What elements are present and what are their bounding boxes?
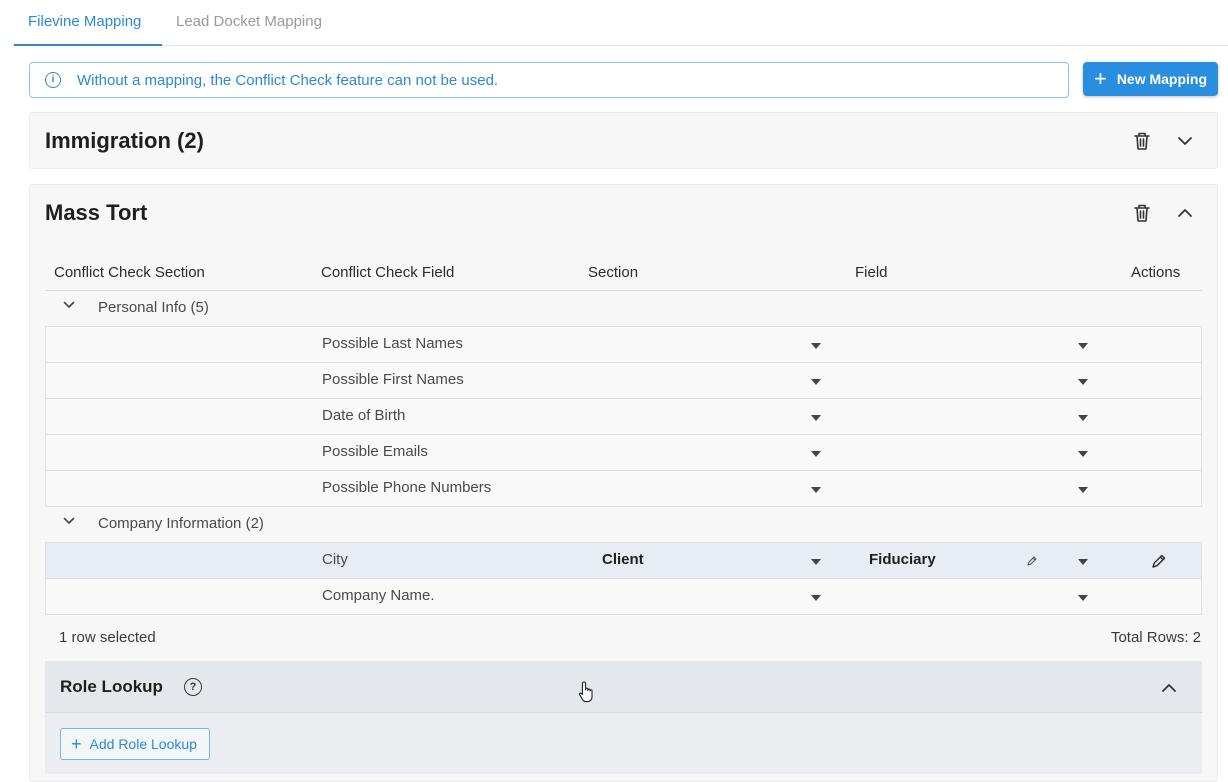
- chevron-down-icon[interactable]: [63, 517, 75, 525]
- conflict-field: Possible Emails: [322, 443, 428, 460]
- group-row-personal-info[interactable]: Personal Info (5): [45, 291, 1202, 327]
- plus-icon: +: [1093, 66, 1107, 91]
- total-rows: Total Rows: 2: [1110, 629, 1201, 646]
- trash-icon: [1134, 204, 1150, 222]
- role-lookup-header[interactable]: Role Lookup ?: [45, 661, 1202, 713]
- help-icon[interactable]: ?: [184, 678, 202, 696]
- section-dropdown-icon[interactable]: [811, 595, 821, 601]
- edit-icon[interactable]: [1150, 552, 1168, 570]
- table-row[interactable]: Company Name.: [45, 579, 1202, 615]
- panel-immigration: Immigration (2): [29, 112, 1218, 169]
- panel-title-immigration: Immigration (2): [45, 128, 204, 153]
- table-row[interactable]: Possible Emails: [45, 435, 1202, 471]
- field-dropdown-icon[interactable]: [1078, 343, 1088, 349]
- conflict-field: Company Name.: [322, 587, 435, 604]
- conflict-field: Possible Last Names: [322, 335, 463, 352]
- conflict-field: Possible First Names: [322, 371, 464, 388]
- column-header[interactable]: Conflict Check Section: [54, 264, 205, 281]
- hand-cursor-icon: [578, 681, 593, 703]
- selection-status: 1 row selected: [59, 629, 156, 646]
- expand-immigration-button[interactable]: [1173, 129, 1197, 153]
- add-role-lookup-button[interactable]: + Add Role Lookup: [60, 728, 210, 760]
- chevron-down-icon: [1178, 137, 1192, 145]
- table-row[interactable]: Possible First Names: [45, 363, 1202, 399]
- tab-lead-docket-mapping[interactable]: Lead Docket Mapping: [162, 0, 342, 46]
- conflict-field: Date of Birth: [322, 407, 406, 424]
- group-label: Company Information (2): [98, 515, 264, 532]
- field-dropdown-icon[interactable]: [1078, 559, 1088, 565]
- conflict-field: Possible Phone Numbers: [322, 479, 492, 496]
- section-dropdown-icon[interactable]: [811, 379, 821, 385]
- chevron-down-icon[interactable]: [63, 301, 75, 309]
- table-row[interactable]: Possible Last Names: [45, 327, 1202, 363]
- section-dropdown-icon[interactable]: [811, 559, 821, 565]
- tab-filevine-mapping[interactable]: Filevine Mapping: [14, 0, 162, 46]
- chevron-up-icon[interactable]: [1161, 683, 1177, 693]
- section-dropdown-icon[interactable]: [811, 415, 821, 421]
- section-value[interactable]: Client: [602, 551, 644, 568]
- field-dropdown-icon[interactable]: [1078, 451, 1088, 457]
- field-dropdown-icon[interactable]: [1078, 595, 1088, 601]
- field-dropdown-icon[interactable]: [1078, 487, 1088, 493]
- field-dropdown-icon[interactable]: [1078, 415, 1088, 421]
- info-banner: i Without a mapping, the Conflict Check …: [29, 62, 1069, 98]
- panel-mass-tort: Mass Tort Conflict Check Section Conflic…: [29, 184, 1218, 782]
- role-lookup-title: Role Lookup: [60, 677, 163, 696]
- delete-immigration-button[interactable]: [1130, 129, 1154, 153]
- info-banner-text: Without a mapping, the Conflict Check fe…: [77, 71, 499, 89]
- column-header[interactable]: Section: [588, 264, 638, 281]
- new-mapping-button[interactable]: + New Mapping: [1083, 62, 1218, 96]
- info-icon: i: [45, 72, 61, 88]
- collapse-mass-tort-button[interactable]: [1173, 201, 1197, 225]
- pencil-small-icon[interactable]: [1026, 555, 1038, 567]
- trash-icon: [1134, 132, 1150, 150]
- field-dropdown-icon[interactable]: [1078, 379, 1088, 385]
- delete-mass-tort-button[interactable]: [1130, 201, 1154, 225]
- table-row[interactable]: Date of Birth: [45, 399, 1202, 435]
- chevron-up-icon: [1178, 209, 1192, 217]
- section-dropdown-icon[interactable]: [811, 343, 821, 349]
- table-row[interactable]: Possible Phone Numbers: [45, 471, 1202, 507]
- table-row-selected[interactable]: City Client Fiduciary: [45, 543, 1202, 579]
- role-lookup-panel: Role Lookup ? + Add Role Lookup: [45, 661, 1202, 774]
- conflict-field: City: [322, 551, 348, 568]
- field-value[interactable]: Fiduciary: [869, 551, 936, 568]
- column-header[interactable]: Conflict Check Field: [321, 264, 454, 281]
- table-header: Conflict Check Section Conflict Check Fi…: [45, 257, 1202, 291]
- add-role-lookup-label: Add Role Lookup: [89, 736, 197, 752]
- group-label: Personal Info (5): [98, 299, 209, 316]
- panel-title-mass-tort: Mass Tort: [45, 200, 148, 225]
- column-header[interactable]: Actions: [1131, 264, 1180, 281]
- section-dropdown-icon[interactable]: [811, 451, 821, 457]
- plus-icon: +: [71, 734, 82, 754]
- new-mapping-label: New Mapping: [1116, 71, 1208, 87]
- section-dropdown-icon[interactable]: [811, 487, 821, 493]
- column-header[interactable]: Field: [855, 264, 888, 281]
- group-row-company-information[interactable]: Company Information (2): [45, 507, 1202, 543]
- mapping-tabs: Filevine Mapping Lead Docket Mapping: [14, 0, 1228, 46]
